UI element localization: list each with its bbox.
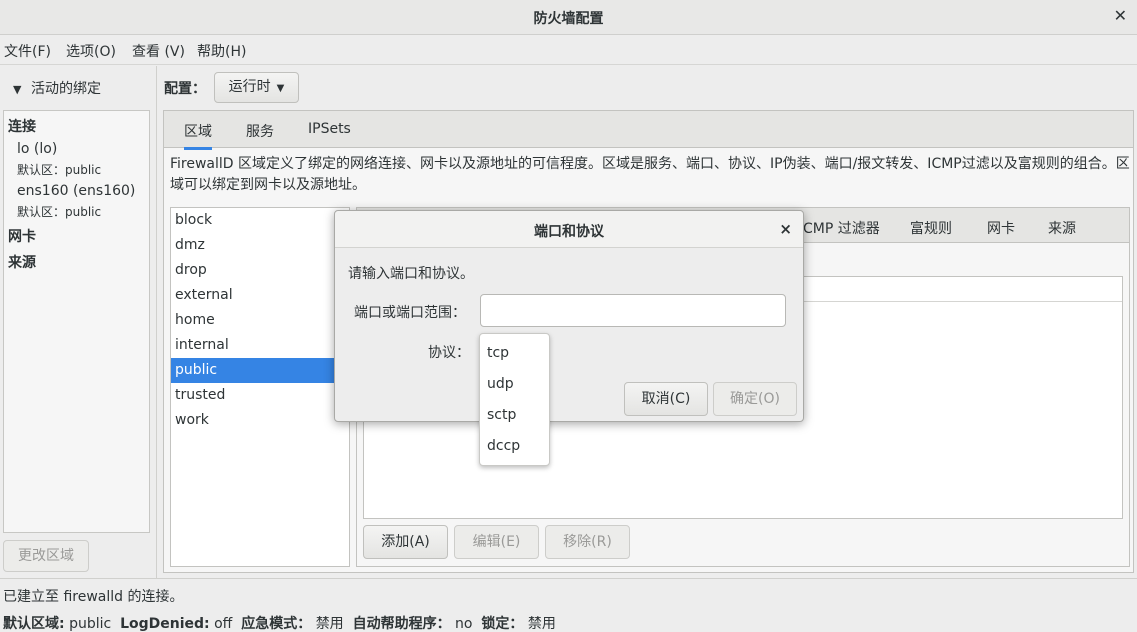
- window-title: 防火墙配置: [533, 11, 604, 27]
- tab-interfaces[interactable]: 网卡: [987, 218, 1015, 238]
- config-combo-value: 运行时: [228, 79, 271, 95]
- active-bindings-label: 活动的绑定: [31, 81, 101, 97]
- nic-header: 网卡: [8, 229, 36, 245]
- dialog-close-icon[interactable]: ×: [779, 220, 792, 238]
- zone-list: block dmz drop external home internal pu…: [170, 207, 350, 567]
- config-combo[interactable]: 运行时 ▼: [214, 72, 299, 103]
- protocol-option-dccp[interactable]: dccp: [487, 438, 520, 454]
- tab-sources[interactable]: 来源: [1048, 218, 1076, 238]
- zone-item-public[interactable]: public: [171, 358, 349, 383]
- tab-ipsets[interactable]: IPSets: [308, 121, 351, 137]
- add-button[interactable]: 添加(A): [363, 525, 448, 559]
- ok-button[interactable]: 确定(O): [713, 382, 797, 416]
- zone-item-drop[interactable]: drop: [171, 258, 349, 283]
- connection-lo-zone: 默认区：public: [17, 163, 102, 177]
- source-header: 来源: [8, 255, 36, 271]
- active-bindings-toggle[interactable]: ▼ 活动的绑定: [13, 78, 101, 98]
- dropdown-arrow-icon: ▼: [276, 83, 285, 94]
- panic-mode-value: 禁用: [315, 616, 344, 632]
- connection-ens160[interactable]: ens160 (ens160): [17, 183, 135, 199]
- protocol-label: 协议：: [428, 345, 470, 361]
- tab-rich-rules[interactable]: 富规则: [910, 218, 952, 238]
- window-close-icon[interactable]: ✕: [1114, 6, 1127, 25]
- logdenied-value: off: [214, 616, 233, 632]
- protocol-option-tcp[interactable]: tcp: [487, 345, 509, 361]
- tab-services[interactable]: 服务: [246, 121, 274, 141]
- remove-button[interactable]: 移除(R): [545, 525, 630, 559]
- auto-helper-label: 自动帮助程序：: [352, 616, 451, 632]
- dialog-title-bar: 端口和协议 ×: [335, 211, 803, 248]
- auto-helper-value: no: [455, 616, 473, 632]
- port-range-label: 端口或端口范围：: [354, 305, 466, 321]
- connection-status: 已建立至 firewalld 的连接。: [3, 589, 184, 605]
- default-zone-value: public: [69, 616, 112, 632]
- edit-button[interactable]: 编辑(E): [454, 525, 539, 559]
- menu-bar: 文件(F) 选项(O) 查看 (V) 帮助(H): [0, 35, 1137, 65]
- lockdown-label: 锁定：: [481, 616, 524, 632]
- connection-ens160-zone: 默认区：public: [17, 205, 102, 219]
- default-zone-label: 默认区域:: [3, 616, 65, 632]
- protocol-option-udp[interactable]: udp: [487, 376, 514, 392]
- menu-view[interactable]: 查看 (V): [132, 41, 185, 61]
- chevron-down-icon: ▼: [13, 83, 22, 96]
- port-protocol-dialog: 端口和协议 × 请输入端口和协议。 端口或端口范围： 协议： 取消(C) 确定(…: [334, 210, 804, 422]
- dialog-title: 端口和协议: [534, 224, 604, 240]
- menu-help[interactable]: 帮助(H): [197, 41, 246, 61]
- tab-icmp-filter[interactable]: CMP 过滤器: [803, 218, 880, 238]
- zone-item-internal[interactable]: internal: [171, 333, 349, 358]
- port-range-input[interactable]: [480, 294, 786, 327]
- status-details: 默认区域: public LogDenied: off 应急模式： 禁用 自动帮…: [3, 613, 556, 632]
- status-bar: 已建立至 firewalld 的连接。 默认区域: public LogDeni…: [0, 578, 1137, 632]
- change-zone-button[interactable]: 更改区域: [3, 540, 89, 572]
- config-label: 配置：: [164, 81, 206, 97]
- zone-item-external[interactable]: external: [171, 283, 349, 308]
- title-bar: 防火墙配置 ✕: [0, 0, 1137, 35]
- bindings-list: 连接 lo (lo) 默认区：public ens160 (ens160) 默认…: [3, 110, 150, 533]
- cancel-button[interactable]: 取消(C): [624, 382, 708, 416]
- lockdown-value: 禁用: [527, 616, 556, 632]
- logdenied-label: LogDenied:: [120, 616, 210, 632]
- tab-zones[interactable]: 区域: [184, 121, 212, 150]
- zone-item-home[interactable]: home: [171, 308, 349, 333]
- zone-item-trusted[interactable]: trusted: [171, 383, 349, 408]
- connections-header: 连接: [8, 119, 36, 135]
- zones-description: FirewallD 区域定义了绑定的网络连接、网卡以及源地址的可信程度。区域是服…: [170, 156, 1130, 193]
- dialog-prompt: 请输入端口和协议。: [348, 266, 474, 282]
- zone-item-block[interactable]: block: [171, 208, 349, 233]
- connection-lo[interactable]: lo (lo): [17, 141, 57, 157]
- zone-item-dmz[interactable]: dmz: [171, 233, 349, 258]
- panic-mode-label: 应急模式：: [241, 616, 312, 632]
- protocol-option-sctp[interactable]: sctp: [487, 407, 516, 423]
- zone-item-work[interactable]: work: [171, 408, 349, 433]
- menu-file[interactable]: 文件(F): [4, 41, 51, 61]
- menu-options[interactable]: 选项(O): [66, 41, 116, 61]
- protocol-dropdown: tcp udp sctp dccp: [479, 333, 550, 466]
